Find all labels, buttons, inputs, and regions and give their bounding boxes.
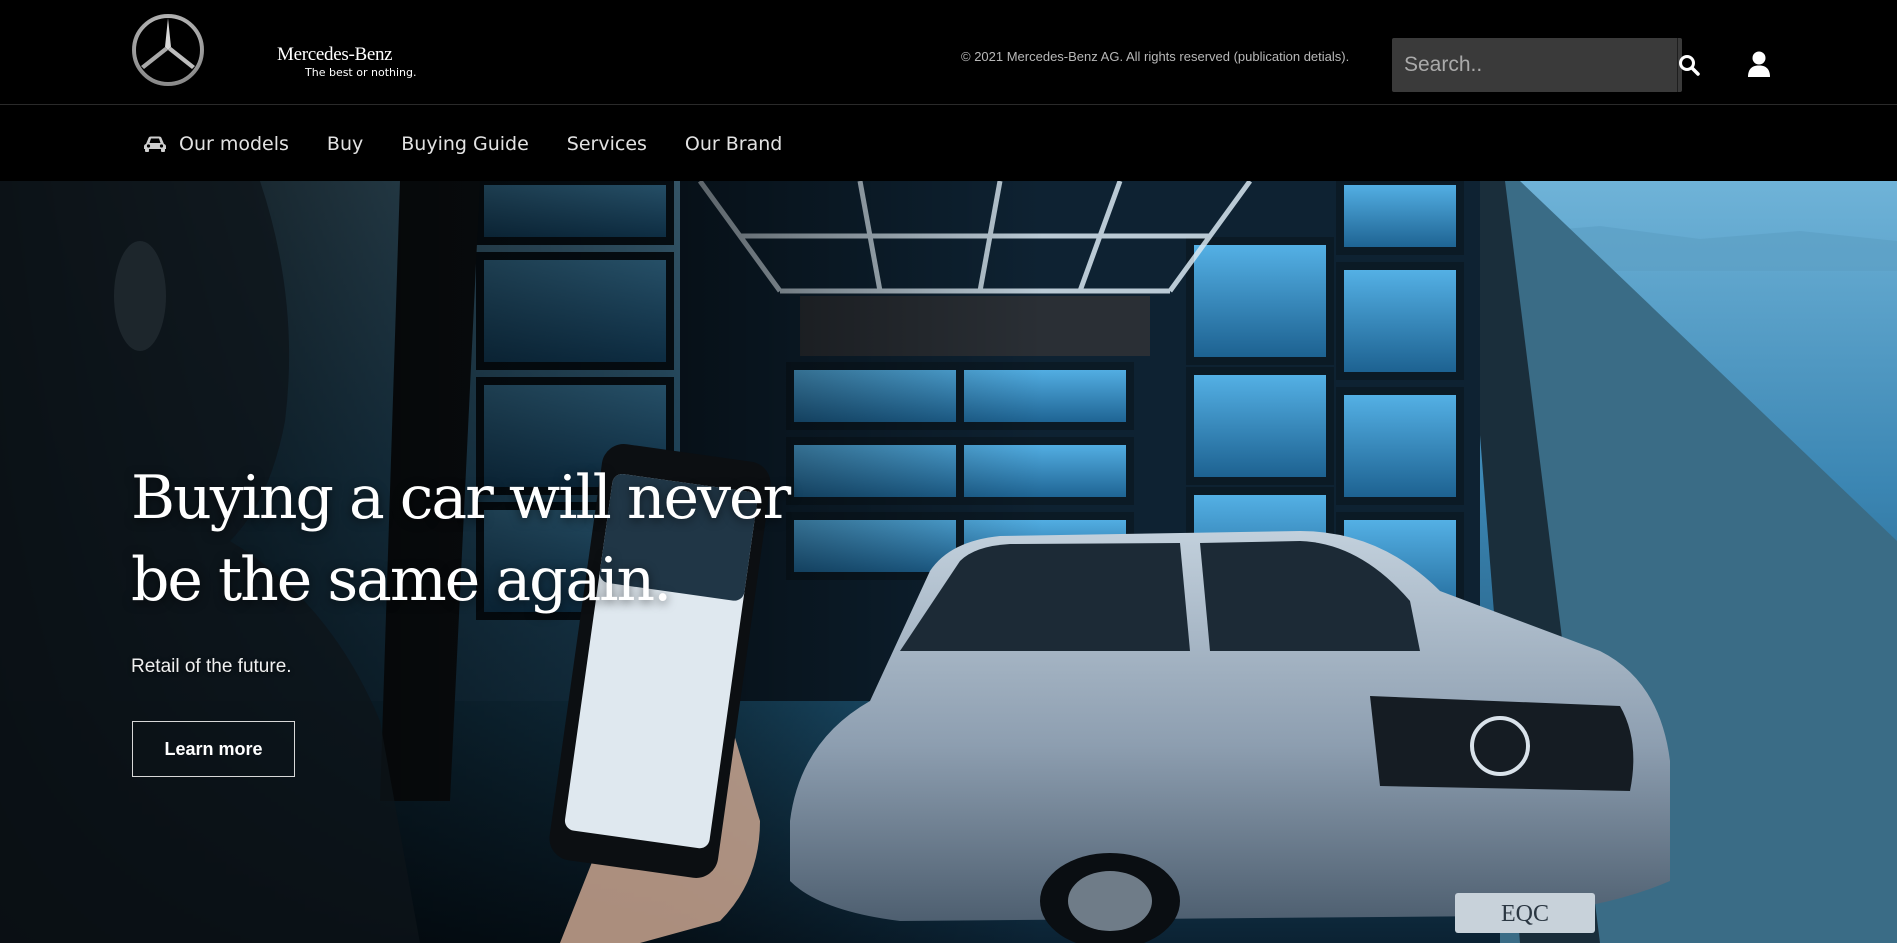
learn-more-button[interactable]: Learn more xyxy=(132,721,295,777)
hero-subtitle: Retail of the future. xyxy=(131,656,292,677)
user-icon[interactable] xyxy=(1746,50,1772,78)
nav-item-label: Our Brand xyxy=(684,132,783,155)
nav-item-label: Services xyxy=(566,132,647,155)
nav-item-services[interactable]: Services xyxy=(567,133,647,155)
nav-item-label: Buying Guide xyxy=(401,132,529,155)
top-header: Mercedes-Benz The best or nothing. © 202… xyxy=(0,0,1897,105)
nav-item-our-models[interactable]: Our models xyxy=(143,133,289,155)
hero-title: Buying a car will never be the same agai… xyxy=(131,463,791,615)
nav-item-buy[interactable]: Buy xyxy=(327,133,363,155)
main-nav: Our models Buy Buying Guide Services Our… xyxy=(0,106,1897,181)
search-button[interactable] xyxy=(1677,38,1700,92)
nav-item-label: Buy xyxy=(326,132,364,155)
search-box xyxy=(1392,38,1700,92)
brand-tagline: The best or nothing. xyxy=(305,66,417,79)
brand-name: Mercedes-Benz xyxy=(277,44,393,65)
nav-item-our-brand[interactable]: Our Brand xyxy=(685,133,782,155)
copyright-text: © 2021 Mercedes-Benz AG. All rights rese… xyxy=(961,49,1350,64)
brand: Mercedes-Benz The best or nothing. xyxy=(277,44,417,80)
search-icon xyxy=(1679,55,1700,76)
license-plate-text: EQC xyxy=(1501,901,1549,927)
car-icon xyxy=(144,136,166,152)
mercedes-star-icon[interactable] xyxy=(131,13,205,87)
nav-list: Our models Buy Buying Guide Services Our… xyxy=(143,106,820,181)
search-input[interactable] xyxy=(1392,38,1677,92)
hero-banner: EQC Buying a car will never be the same … xyxy=(0,181,1897,943)
nav-item-label: Our models xyxy=(179,132,289,155)
nav-item-buying-guide[interactable]: Buying Guide xyxy=(401,133,529,155)
